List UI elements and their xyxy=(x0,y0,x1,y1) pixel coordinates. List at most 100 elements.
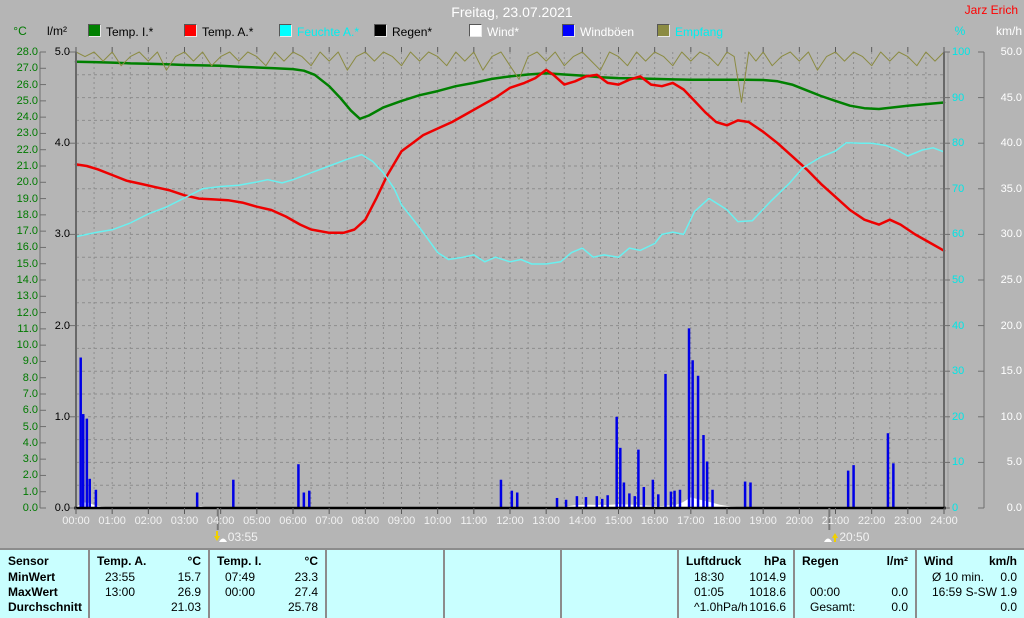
gust-bar xyxy=(687,328,691,508)
cell-value: °C xyxy=(304,553,318,568)
temp-axis-label: 28.0 xyxy=(16,46,38,58)
gust-bar xyxy=(886,433,890,508)
wind-axis-label: 45.0 xyxy=(1000,91,1022,104)
gust-bar xyxy=(615,416,618,508)
cell-time-or-label: Regen xyxy=(802,553,839,568)
table-cell: 21.03 xyxy=(90,599,208,614)
cell-value: 26.9 xyxy=(177,584,201,599)
cell-time-or-label: Luftdruck xyxy=(686,553,742,568)
temp-axis-label: 11.0 xyxy=(17,322,38,335)
cell-time-or-label: 13:00 xyxy=(105,584,136,599)
temp-axis-label: 14.0 xyxy=(16,274,38,286)
temp-axis-label: 17.0 xyxy=(16,225,38,238)
temp-axis-label: 27.0 xyxy=(16,62,38,75)
table-cell xyxy=(327,569,443,584)
gust-bar xyxy=(600,498,604,508)
summary-column-regen: Regen l/m² 00:00 0.0 Gesamt: 0.0 xyxy=(793,550,915,618)
cell-value: hPa xyxy=(763,553,786,568)
wind-axis-label: 0.0 xyxy=(1006,502,1022,514)
gust-bar xyxy=(657,494,660,508)
gust-bar xyxy=(85,418,89,508)
temp-axis-label: 8.0 xyxy=(22,371,38,384)
table-cell: 25.78 xyxy=(210,599,325,614)
gust-bar xyxy=(606,495,609,508)
wind-axis-label: 15.0 xyxy=(1000,365,1022,378)
cell-value: 25.78 xyxy=(287,599,318,614)
table-cell: 07:49 23.3 xyxy=(210,569,325,584)
cell-time-or-label: 07:49 xyxy=(225,569,256,584)
temp-axis-label: 6.0 xyxy=(22,404,38,417)
gust-bar xyxy=(232,479,235,508)
gust-bar xyxy=(515,492,519,508)
gust-bar xyxy=(584,497,588,508)
table-cell xyxy=(562,599,677,614)
cell-time-or-label: ^1.0hPa/h xyxy=(694,599,748,614)
cell-time-or-label: 16:59 xyxy=(932,584,963,599)
gust-bar xyxy=(846,470,850,508)
humidity-axis-label: 80 xyxy=(952,137,965,150)
table-cell: Temp. I. °C xyxy=(210,552,325,569)
gust-bar xyxy=(664,373,667,508)
temp-axis-label: 4.0 xyxy=(22,436,38,449)
temp-axis-label: 26.0 xyxy=(16,78,38,91)
temp-axis-label: 2.0 xyxy=(22,469,38,482)
gust-bar xyxy=(499,479,503,508)
rain-axis-label: 4.0 xyxy=(54,137,70,150)
wind-axis-label: 35.0 xyxy=(1000,182,1022,195)
gust-bar xyxy=(702,435,705,508)
table-cell: Temp. A. °C xyxy=(90,552,208,569)
cell-time-or-label: Temp. I. xyxy=(217,553,262,568)
gust-bar xyxy=(705,461,709,508)
temp-axis-label: 1.0 xyxy=(22,485,38,498)
table-cell: Regen l/m² xyxy=(795,552,915,569)
temp-axis-label: 23.0 xyxy=(16,127,38,140)
gust-bar xyxy=(555,497,559,508)
gust-bar xyxy=(308,490,311,508)
temp-axis-label: 10.0 xyxy=(16,339,38,352)
wind-axis-label: 10.0 xyxy=(1000,410,1022,423)
gust-bar xyxy=(678,489,682,508)
table-cell: 23:55 15.7 xyxy=(90,569,208,584)
table-cell: 16:59 S-SW 1.9 xyxy=(917,584,1024,599)
gust-bar xyxy=(94,489,98,508)
gust-bar xyxy=(195,492,199,508)
cell-time-or-label: Gesamt: xyxy=(810,599,856,614)
table-cell: 13:00 26.9 xyxy=(90,584,208,599)
temp-axis-label: 5.0 xyxy=(22,420,38,433)
cell-value: S-SW 1.9 xyxy=(965,584,1017,599)
cell-value: 1018.6 xyxy=(749,584,786,599)
temp-axis-label: 16.0 xyxy=(16,241,38,254)
gust-bar xyxy=(637,449,640,508)
cell-time-or-label: 00:00 xyxy=(225,584,256,599)
gust-bar xyxy=(575,496,579,508)
gust-bar xyxy=(743,481,747,508)
table-cell: Wind km/h xyxy=(917,552,1024,569)
wind-axis-label: 30.0 xyxy=(1000,228,1022,241)
cell-value: 23.3 xyxy=(294,569,318,584)
summary-row-label: MinWert xyxy=(8,569,56,584)
summary-row-label: Durchschnitt xyxy=(8,599,83,614)
table-cell xyxy=(445,552,560,569)
gust-bar xyxy=(669,491,673,508)
temp-axis-label: 22.0 xyxy=(16,143,38,156)
temp-axis-label: 0.0 xyxy=(22,502,38,514)
table-cell xyxy=(795,569,915,584)
table-cell xyxy=(562,569,677,584)
temp-axis-label: 7.0 xyxy=(22,388,38,400)
humidity-axis-label: 50 xyxy=(952,274,965,286)
gust-bar xyxy=(622,482,626,508)
table-cell xyxy=(445,599,560,614)
temp-axis-label: 9.0 xyxy=(22,355,38,368)
table-cell: Luftdruck hPa xyxy=(679,552,793,569)
gust-bar xyxy=(81,414,85,508)
table-cell xyxy=(562,584,677,599)
gust-bar xyxy=(619,447,622,508)
table-cell xyxy=(327,584,443,599)
cell-value: km/h xyxy=(988,553,1017,568)
summary-row-label: Sensor xyxy=(8,553,49,568)
wind-axis-label: 40.0 xyxy=(1000,137,1022,150)
cell-time-or-label: 23:55 xyxy=(105,569,136,584)
gust-bar xyxy=(642,487,646,508)
gust-bar xyxy=(633,496,637,508)
temp-axis-label: 3.0 xyxy=(22,453,38,466)
